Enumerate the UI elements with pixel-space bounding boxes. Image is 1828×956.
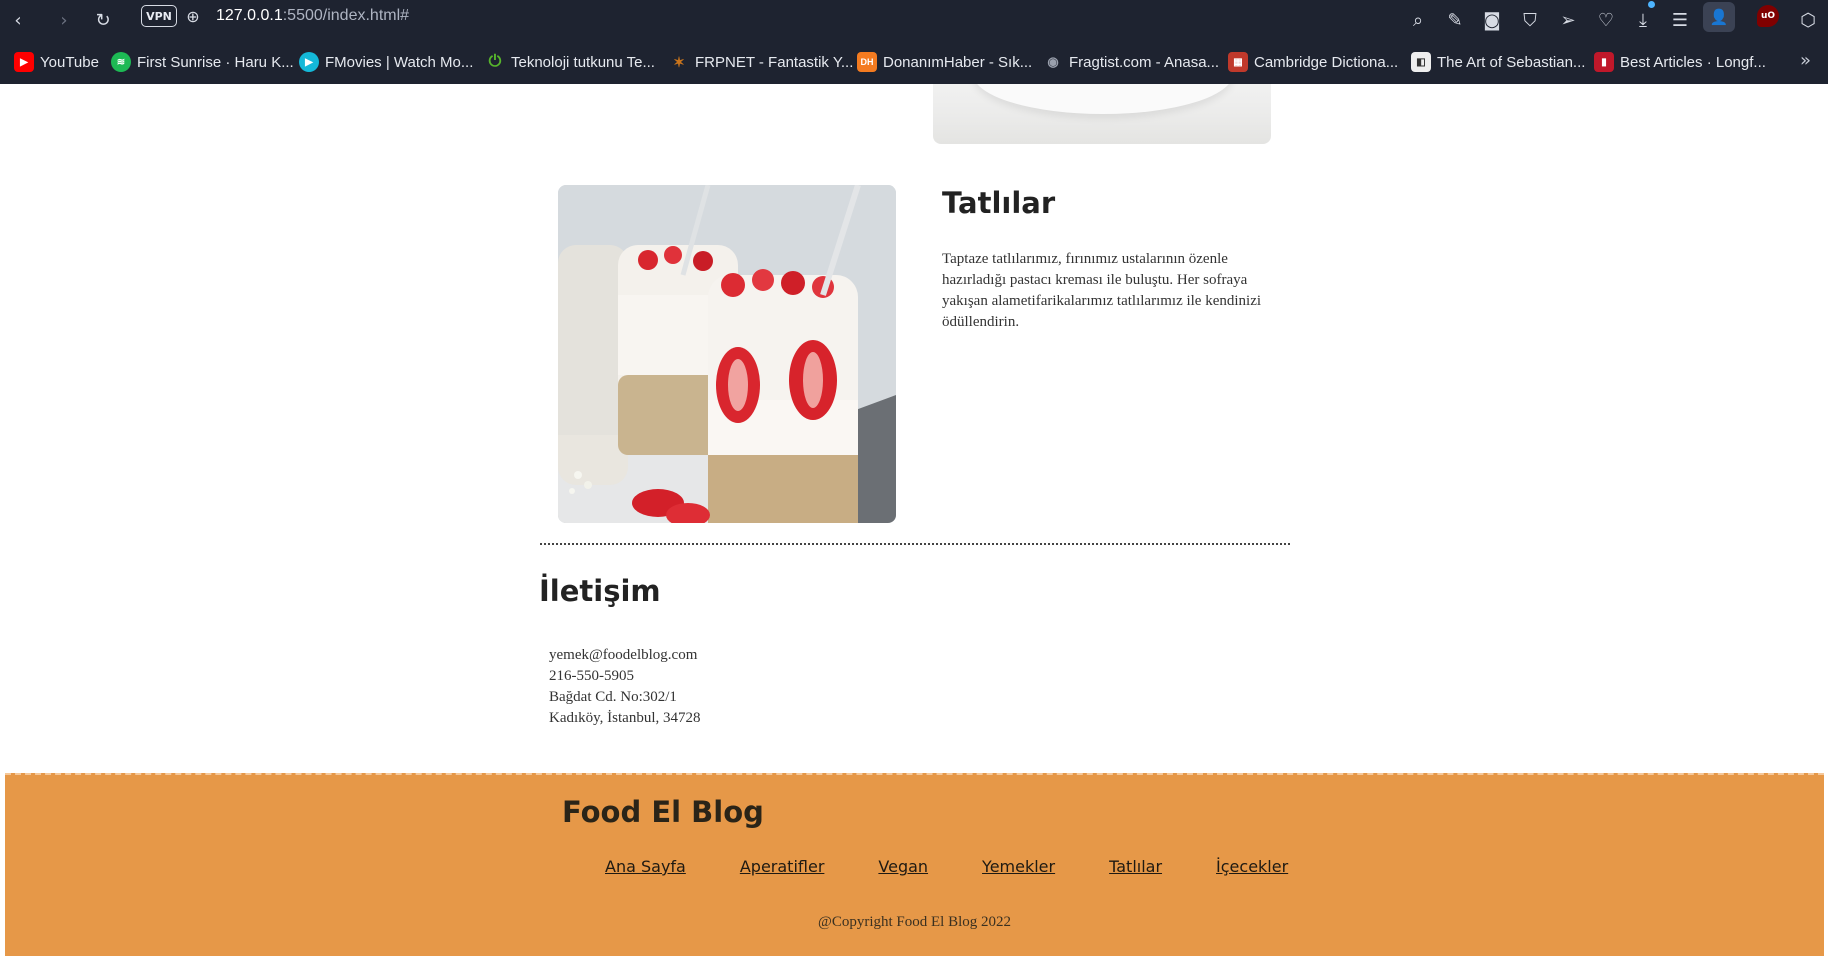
vpn-badge[interactable]: VPN [141, 5, 177, 27]
section-divider [540, 543, 1290, 545]
bookmark-frpnet[interactable]: ✶ FRPNET - Fantastik Y... [669, 51, 853, 73]
footer-link-drinks[interactable]: İçecekler [1216, 857, 1288, 876]
bookmark-fmovies[interactable]: ▶ FMovies | Watch Mo... [299, 51, 473, 73]
send-icon[interactable]: ➢ [1554, 6, 1582, 34]
footer-link-appetizers[interactable]: Aperatifler [740, 857, 825, 876]
extensions-icon[interactable]: ⬡ [1794, 6, 1822, 34]
search-tabs-icon[interactable]: ⌕ [1404, 6, 1432, 34]
download-icon[interactable]: ⤓ [1629, 6, 1657, 34]
footer-link-home[interactable]: Ana Sayfa [605, 857, 686, 876]
site-info-icon[interactable]: ⊕ [181, 4, 205, 28]
shield-icon[interactable]: ⛉ [1516, 6, 1544, 34]
footer-link-desserts[interactable]: Tatlılar [1109, 857, 1162, 876]
bookmark-sebastian[interactable]: ◧ The Art of Sebastian... [1411, 51, 1585, 73]
fragtist-icon: ◉ [1047, 54, 1059, 69]
back-icon[interactable]: ‹ [4, 6, 32, 34]
power-icon: ⏻ [488, 53, 502, 70]
bookmarks-bar: ▶ YouTube ≋ First Sunrise · Haru K... ▶ FMo… [0, 40, 1828, 84]
bookmark-teknoloji[interactable]: ⏻ Teknoloji tutkunu Te... [485, 51, 655, 73]
spotify-icon: ≋ [111, 52, 131, 72]
dessert-description: Taptaze tatlılarımız, fırınımız ustaları… [942, 251, 1262, 330]
art-icon: ◧ [1411, 52, 1431, 72]
play-icon: ▶ [299, 52, 319, 72]
contact-phone: 216-550-5905 [549, 668, 634, 684]
camera-icon[interactable]: ◙ [1478, 6, 1506, 34]
ublock-icon[interactable]: uO [1757, 5, 1779, 27]
contact-address-line1: Bağdat Cd. No:302/1 [549, 689, 677, 705]
footer-link-meals[interactable]: Yemekler [982, 857, 1055, 876]
copyright-text: @Copyright Food El Blog 2022 [818, 914, 1011, 930]
previous-section-image [933, 84, 1271, 144]
bookmark-youtube[interactable]: ▶ YouTube [14, 51, 99, 73]
profile-icon[interactable]: 👤 [1703, 2, 1735, 32]
bookmark-longform[interactable]: ▮ Best Articles · Longf... [1594, 51, 1766, 73]
parfait-illustration [558, 185, 896, 523]
contact-address-line2: Kadıköy, İstanbul, 34728 [549, 710, 701, 726]
footer-link-vegan[interactable]: Vegan [878, 857, 928, 876]
contact-heading: İletişim [539, 574, 661, 608]
heart-icon[interactable]: ♡ [1592, 6, 1620, 34]
bookmark-fragtist[interactable]: ◉ Fragtist.com - Anasa... [1043, 51, 1219, 73]
frpnet-icon: ✶ [673, 53, 685, 70]
dessert-heading: Tatlılar [942, 186, 1056, 220]
url-path: :5500/index.html# [282, 7, 410, 24]
forward-icon[interactable]: › [50, 6, 78, 34]
more-bookmarks-icon[interactable]: » [1800, 50, 1811, 71]
browser-toolbar: ‹ › ↻ VPN ⊕ 127.0.0.1:5500/index.html# ⌕… [0, 0, 1828, 40]
cambridge-icon: ▦ [1228, 52, 1248, 72]
bookmark-cambridge[interactable]: ▦ Cambridge Dictiona... [1228, 51, 1398, 73]
address-bar[interactable]: 127.0.0.1:5500/index.html# [216, 4, 409, 28]
bowl-shape [973, 84, 1233, 114]
youtube-icon: ▶ [14, 52, 34, 72]
contact-email: yemek@foodelblog.com [549, 647, 698, 663]
reload-icon[interactable]: ↻ [89, 6, 117, 34]
page-viewport: Tatlılar Taptaze tatlılarımız, fırınımız… [0, 84, 1828, 956]
longform-icon: ▮ [1594, 52, 1614, 72]
menu-icon[interactable]: ☰ [1666, 6, 1694, 34]
contact-info: yemek@foodelblog.com 216-550-5905 Bağdat… [549, 645, 701, 729]
download-notification-dot [1648, 1, 1655, 8]
site-footer: Food El Blog Ana Sayfa Aperatifler Vegan… [5, 773, 1824, 956]
footer-nav: Ana Sayfa Aperatifler Vegan Yemekler Tat… [605, 857, 1342, 876]
edit-icon[interactable]: ✎ [1441, 6, 1469, 34]
dessert-image [558, 185, 896, 523]
footer-brand: Food El Blog [562, 795, 764, 829]
bookmark-donanimhaber[interactable]: DH DonanımHaber - Sık... [857, 51, 1032, 73]
bookmark-spotify[interactable]: ≋ First Sunrise · Haru K... [111, 51, 294, 73]
url-host: 127.0.0.1 [216, 7, 283, 24]
dh-icon: DH [857, 52, 877, 72]
